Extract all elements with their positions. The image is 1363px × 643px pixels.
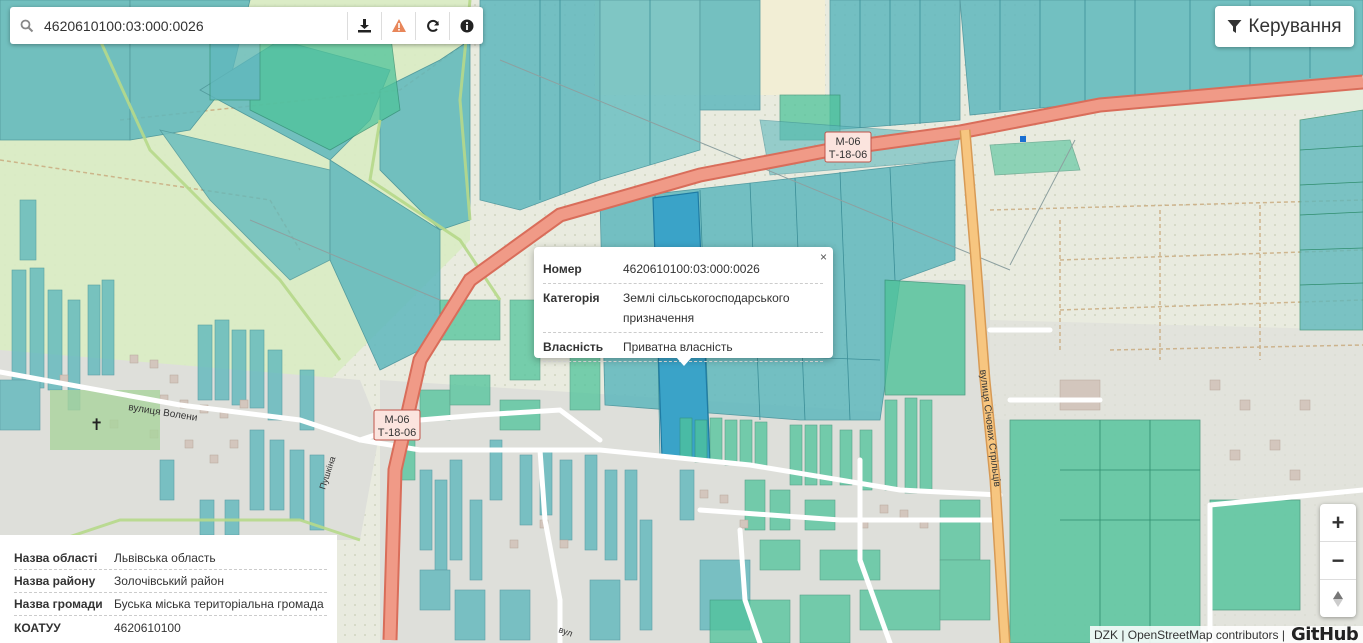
cemetery-cross-icon: ✝: [90, 415, 103, 434]
info-key: Назва області: [14, 551, 98, 565]
zoom-in-button[interactable]: +: [1320, 504, 1356, 542]
map-attribution: DZK | OpenStreetMap contributors | GitHu…: [1090, 624, 1363, 643]
popup-value: Приватна власність: [623, 340, 733, 354]
warning-icon: [391, 19, 406, 32]
info-row-oblast: Назва області Львівська область: [14, 547, 327, 570]
refresh-icon: [426, 19, 439, 32]
info-row-hromada: Назва громади Буська міська територіальн…: [14, 593, 327, 616]
info-key: Назва району: [14, 574, 96, 588]
popup-row-number: Номер 4620610100:03:000:0026: [543, 255, 823, 284]
info-value: 4620610100: [114, 620, 181, 635]
download-button[interactable]: [347, 11, 381, 40]
road-shield-1-bottom: Т-18-06: [829, 149, 868, 161]
info-value: Львівська область: [114, 551, 216, 565]
download-icon: [358, 19, 371, 33]
control-button-label: Керування: [1248, 15, 1342, 37]
road-shield-1: М-06 Т-18-06: [824, 131, 872, 163]
popup-key: Номер: [543, 262, 582, 276]
zoom-out-button[interactable]: −: [1320, 542, 1356, 580]
parcel-popup: × Номер 4620610100:03:000:0026 Категорія…: [534, 247, 833, 366]
search-input[interactable]: [44, 10, 347, 41]
search-bar: [10, 7, 483, 44]
filter-icon: [1227, 20, 1242, 33]
road-shield-2-top: М-06: [384, 414, 409, 426]
road-shield-1-top: М-06: [835, 136, 860, 148]
popup-key: Власність: [543, 340, 604, 354]
road-shield-2-bottom: Т-18-06: [378, 427, 417, 439]
road-shield-2: М-06 Т-18-06: [373, 409, 421, 441]
attribution-text[interactable]: DZK | OpenStreetMap contributors |: [1094, 628, 1285, 642]
github-logo[interactable]: GitHub: [1291, 624, 1359, 643]
zoom-controls: + −: [1320, 504, 1356, 617]
warning-button[interactable]: [381, 11, 415, 40]
popup-value: 4620610100:03:000:0026: [623, 262, 760, 276]
info-key: Назва громади: [14, 597, 103, 611]
info-value: Буська міська територіальна громада: [114, 597, 324, 611]
popup-row-category: Категорія Землі сільськогосподарського п…: [543, 284, 823, 333]
control-button[interactable]: Керування: [1215, 6, 1354, 47]
popup-key: Категорія: [543, 291, 600, 305]
region-info-panel: Назва області Львівська область Назва ра…: [0, 535, 337, 643]
info-row-koatuu: КОАТУУ 4620610100: [14, 616, 327, 639]
refresh-button[interactable]: [415, 11, 449, 40]
info-value: Золочівський район: [114, 574, 224, 588]
info-key: КОАТУУ: [14, 620, 61, 635]
info-row-raion: Назва району Золочівський район: [14, 570, 327, 593]
compass-icon: [1333, 590, 1343, 607]
popup-value: Землі сільськогосподарського призначення: [623, 291, 790, 325]
reset-north-button[interactable]: [1320, 580, 1356, 617]
popup-close-icon[interactable]: ×: [820, 250, 827, 264]
info-button[interactable]: [449, 11, 483, 40]
popup-tip: [676, 357, 692, 366]
info-icon: [460, 19, 473, 32]
search-icon[interactable]: [10, 7, 44, 44]
